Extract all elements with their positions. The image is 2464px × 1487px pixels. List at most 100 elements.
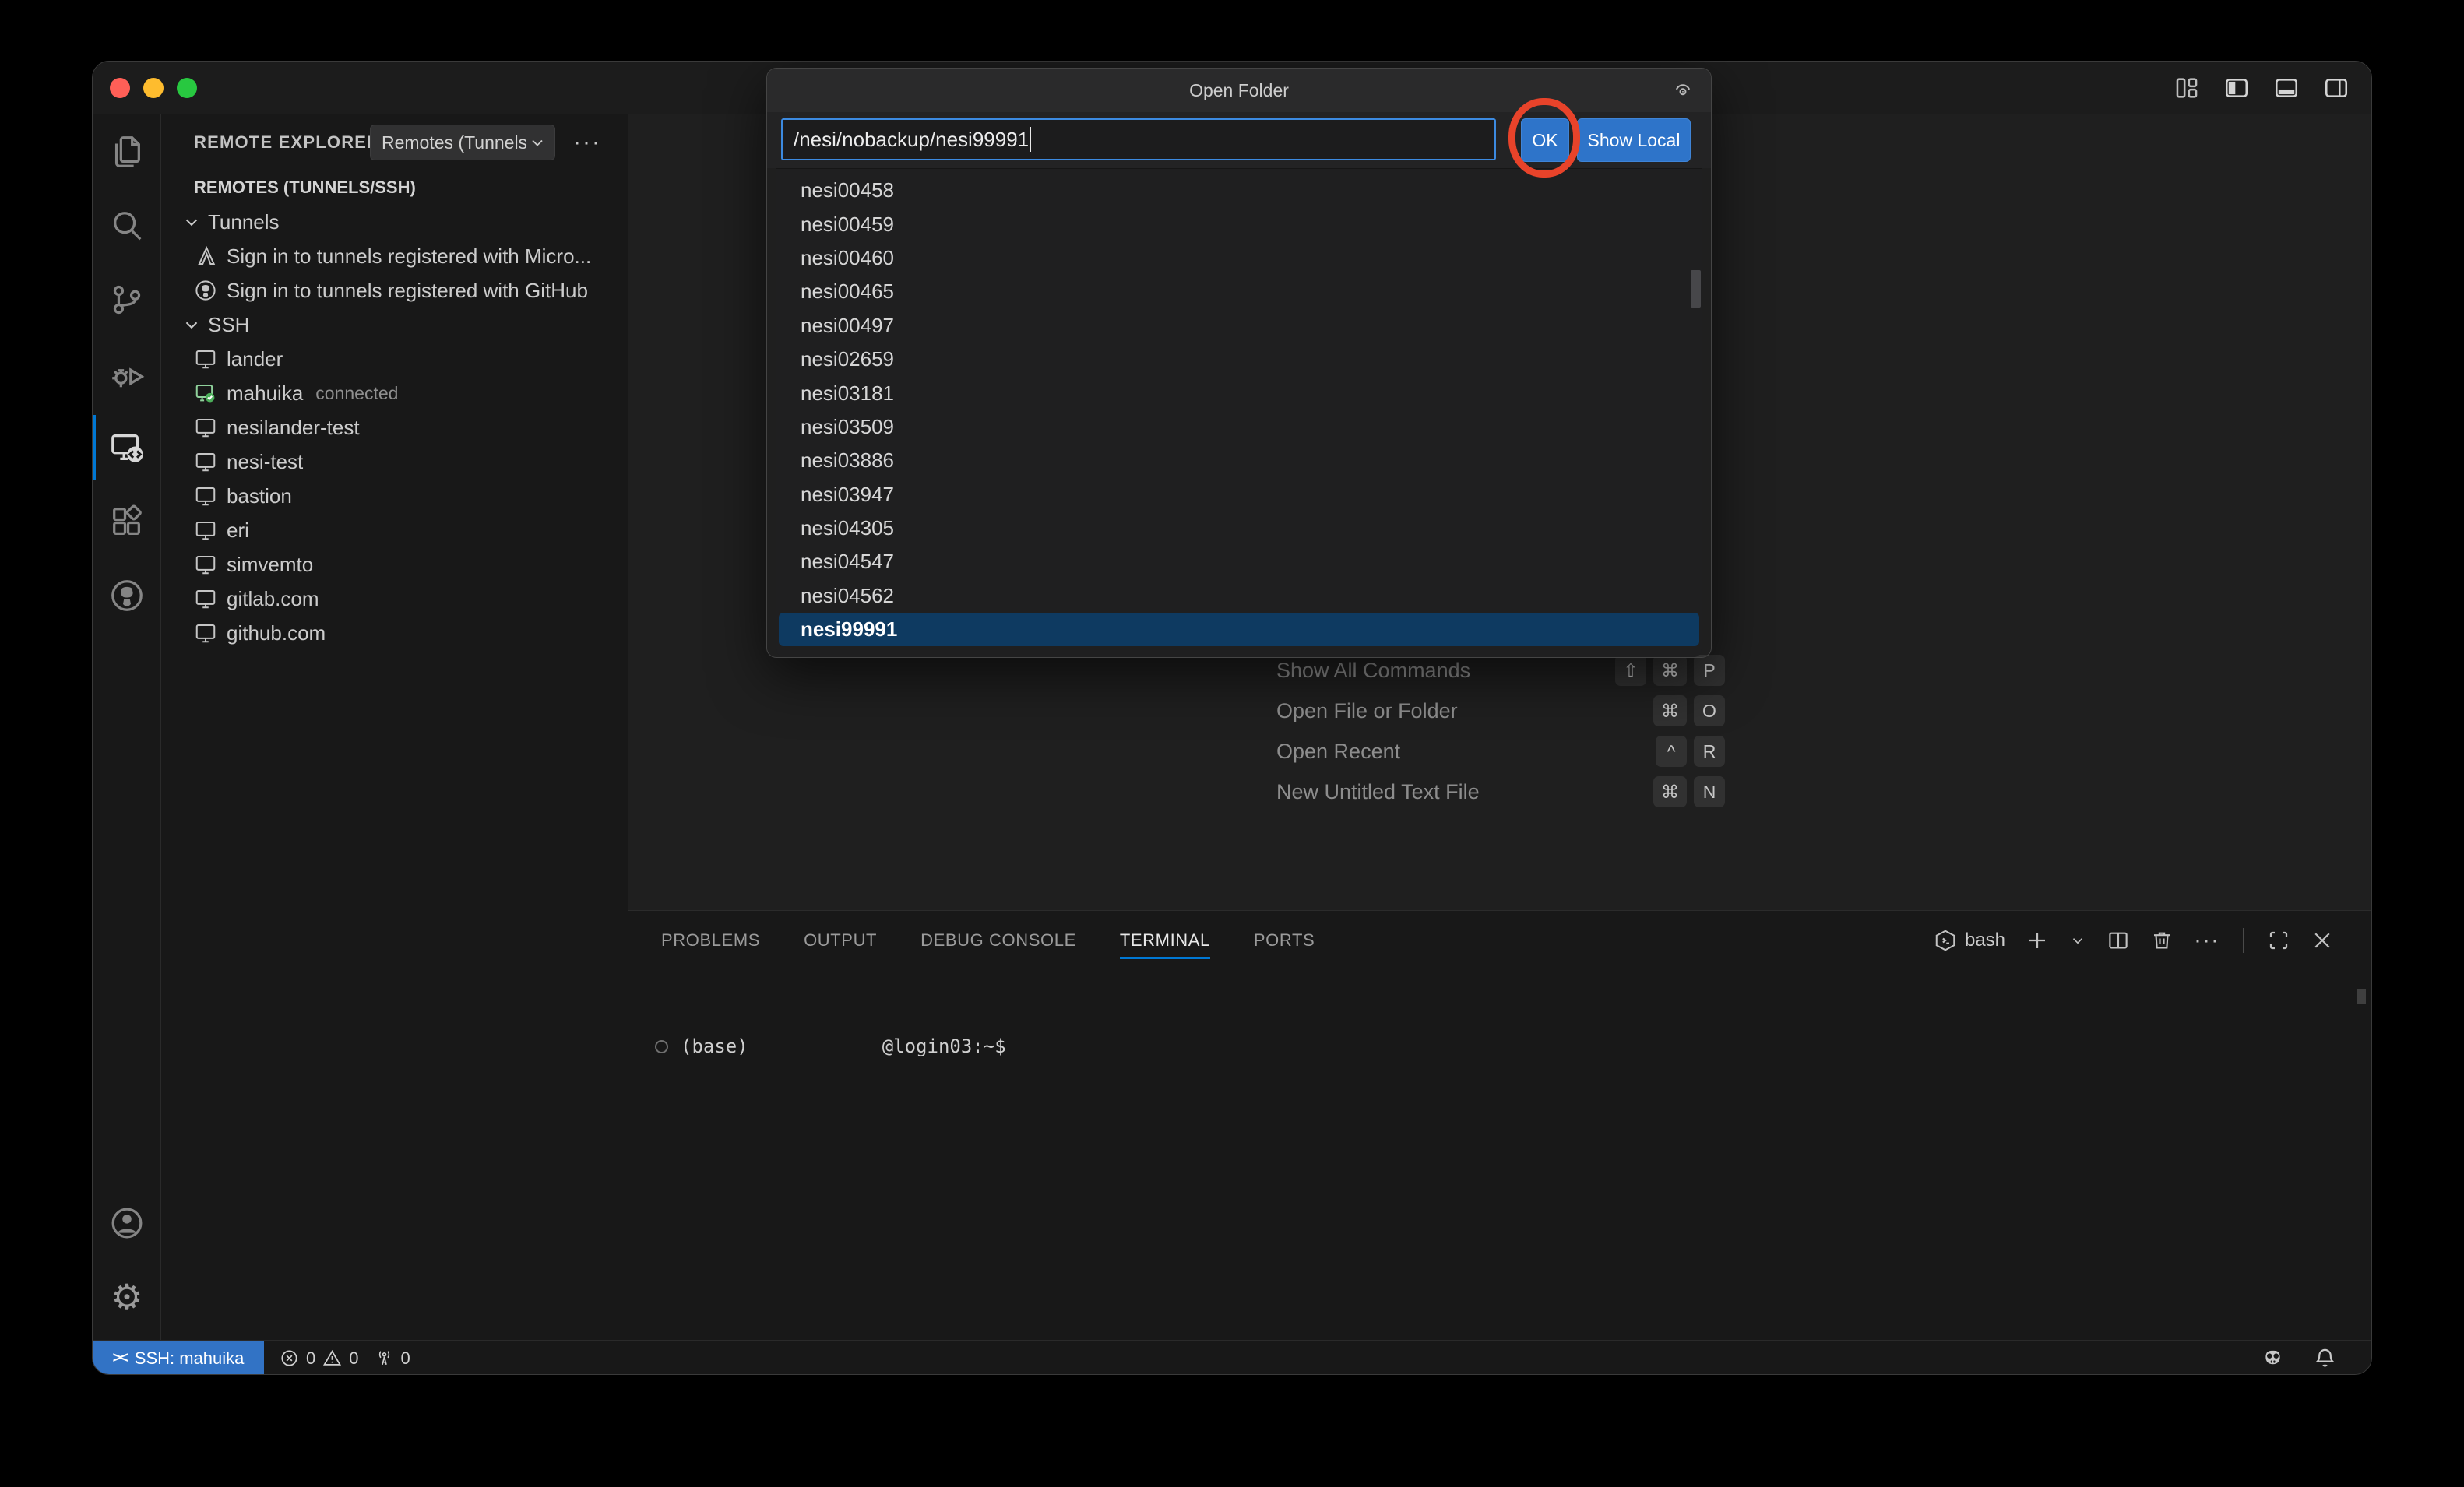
suggestions-scrollbar[interactable] [1691,270,1701,308]
problems-status[interactable]: 0 0 [280,1348,359,1369]
broadcast-status[interactable]: 0 [375,1348,410,1369]
tree-item-sign-in-to-tunnels-registered-with-micro[interactable]: Sign in to tunnels registered with Micro… [161,239,628,273]
zoom-window-button[interactable] [177,78,197,98]
shortcut-label: Open File or Folder [1276,699,1458,723]
inspect-eye-icon[interactable] [1672,79,1694,106]
sidebar-item-extensions[interactable] [93,484,161,558]
terminal-dropdown-icon[interactable] [2069,932,2086,949]
folder-suggestion-nesi04547[interactable]: nesi04547 [779,545,1699,578]
sidebar-item-github[interactable] [93,558,161,632]
folder-suggestion-nesi03181[interactable]: nesi03181 [779,376,1699,410]
folder-path-input[interactable]: /nesi/nobackup/nesi99991 [781,118,1496,160]
status-bar: >< SSH: mahuika 0 0 0 [93,1340,2372,1375]
sidebar-item-search[interactable] [93,188,161,262]
sidebar-item-remote-explorer[interactable] [93,410,161,484]
tree-item-nesi-test[interactable]: nesi-test [161,445,628,479]
tree-item-gitlab-com[interactable]: gitlab.com [161,582,628,616]
panel-tab-terminal[interactable]: TERMINAL [1120,911,1210,970]
terminal-env: (base) [681,1035,748,1057]
terminal-shell-chip[interactable]: bash [1934,929,2005,952]
copilot-icon[interactable] [2261,1346,2285,1370]
more-actions-icon[interactable]: ··· [2194,929,2219,952]
close-window-button[interactable] [110,78,130,98]
shortcut-keys: ⇧⌘P [1615,655,1725,686]
folder-suggestion-nesi00459[interactable]: nesi00459 [779,207,1699,241]
dialog-titlebar[interactable]: Open Folder [767,69,1711,112]
section-header-remotes[interactable]: REMOTES (TUNNELS/SSH) [161,170,628,205]
accounts-button[interactable] [93,1186,161,1260]
folder-suggestion-nesi04562[interactable]: nesi04562 [779,579,1699,613]
watermark-shortcut-row: Open File or Folder ⌘O [1276,691,1725,731]
folder-suggestion-nesi00460[interactable]: nesi00460 [779,241,1699,275]
search-icon [109,208,145,244]
folder-suggestion-nesi00458[interactable]: nesi00458 [779,174,1699,207]
bash-icon [1934,929,1957,952]
terminal-prompt: @login03:~$ [882,1035,1006,1057]
sidebar-item-run-debug[interactable] [93,336,161,410]
shortcut-keys: ^R [1656,736,1725,767]
watermark-shortcut-row: New Untitled Text File⌘N [1276,772,1725,812]
split-terminal-icon[interactable] [2107,929,2130,952]
tree-item-simvemto[interactable]: simvemto [161,547,628,582]
remote-status-indicator[interactable]: >< SSH: mahuika [93,1341,264,1375]
chevron-down-icon [528,133,547,152]
remote-icon: >< [113,1350,127,1367]
panel-tab-output[interactable]: OUTPUT [804,911,877,970]
close-panel-icon[interactable] [2311,929,2334,952]
tree-item-github-com[interactable]: github.com [161,616,628,650]
folder-suggestion-nesi02659[interactable]: nesi02659 [779,343,1699,376]
folder-suggestion-nesi03947[interactable]: nesi03947 [779,478,1699,511]
remote-view-selector[interactable]: Remotes (Tunnels [370,125,555,160]
ok-button[interactable]: OK [1521,118,1569,162]
customize-layout-icon[interactable] [2174,75,2200,101]
tree-item-ssh[interactable]: SSH [161,308,628,342]
kill-terminal-icon[interactable] [2150,929,2174,952]
minimize-window-button[interactable] [143,78,164,98]
tree-item-label: Sign in to tunnels registered with GitHu… [227,279,588,303]
folder-suggestion-nesi03886[interactable]: nesi03886 [779,444,1699,477]
panel-tab-debug-console[interactable]: DEBUG CONSOLE [920,911,1076,970]
folder-suggestion-nesi04305[interactable]: nesi04305 [779,511,1699,545]
tree-item-sign-in-to-tunnels-registered-with-github[interactable]: Sign in to tunnels registered with GitHu… [161,273,628,308]
panel-tabs: PROBLEMS OUTPUT DEBUG CONSOLE TERMINAL PORTS [628,911,1315,970]
tree-item-bastion[interactable]: bastion [161,479,628,513]
terminal-content[interactable]: (base) @login03:~$ [655,1035,1006,1057]
shortcut-label: Show All Commands [1276,659,1470,683]
maximize-panel-icon[interactable] [2267,929,2290,952]
new-terminal-icon[interactable] [2026,929,2049,952]
sidebar-item-explorer[interactable] [93,114,161,188]
sidebar-more-actions-button[interactable]: ··· [569,125,605,160]
tree-item-tunnels[interactable]: Tunnels [161,205,628,239]
panel-tab-ports[interactable]: PORTS [1254,911,1315,970]
activity-bar: ⚙ [93,114,161,1340]
tree-item-nesilander-test[interactable]: nesilander-test [161,410,628,445]
folder-suggestion-nesi00497[interactable]: nesi00497 [779,309,1699,343]
panel-tab-problems[interactable]: PROBLEMS [661,911,760,970]
dialog-input-row: /nesi/nobackup/nesi99991 OK Show Local [767,112,1711,168]
tree-item-eri[interactable]: eri [161,513,628,547]
settings-button[interactable]: ⚙ [93,1260,161,1334]
toggle-secondary-sidebar-icon[interactable] [2323,75,2350,101]
sidebar-header: REMOTE EXPLORER Remotes (Tunnels ··· [161,114,628,170]
vm-connected-icon [194,381,217,405]
shortcut-keys: ⌘O [1653,695,1725,726]
sidebar-item-source-control[interactable] [93,262,161,336]
keycap: P [1694,655,1725,686]
panel-scrollbar[interactable] [2357,989,2366,1004]
toggle-primary-sidebar-icon[interactable] [2223,75,2250,101]
warning-count: 0 [349,1348,358,1369]
folder-suggestion-nesi00465[interactable]: nesi00465 [779,275,1699,308]
tree-item-mahuika[interactable]: mahuikaconnected [161,376,628,410]
folder-suggestion-nesi03509[interactable]: nesi03509 [779,410,1699,444]
bottom-panel: PROBLEMS OUTPUT DEBUG CONSOLE TERMINAL PORTS… [628,910,2372,1340]
folder-suggestion-nesi99991[interactable]: nesi99991 [779,613,1699,646]
folder-suggestions-list: nesi00458nesi00459nesi00460nesi00465nesi… [776,168,1702,657]
keycap: ⇧ [1615,655,1646,686]
toggle-panel-icon[interactable] [2273,75,2300,101]
text-caret [1030,127,1031,152]
tree-item-lander[interactable]: lander [161,342,628,376]
show-local-button[interactable]: Show Local [1577,118,1691,162]
tree-item-label: Sign in to tunnels registered with Micro… [227,244,591,269]
vm-icon [194,450,217,473]
notifications-bell-icon[interactable] [2313,1346,2337,1370]
